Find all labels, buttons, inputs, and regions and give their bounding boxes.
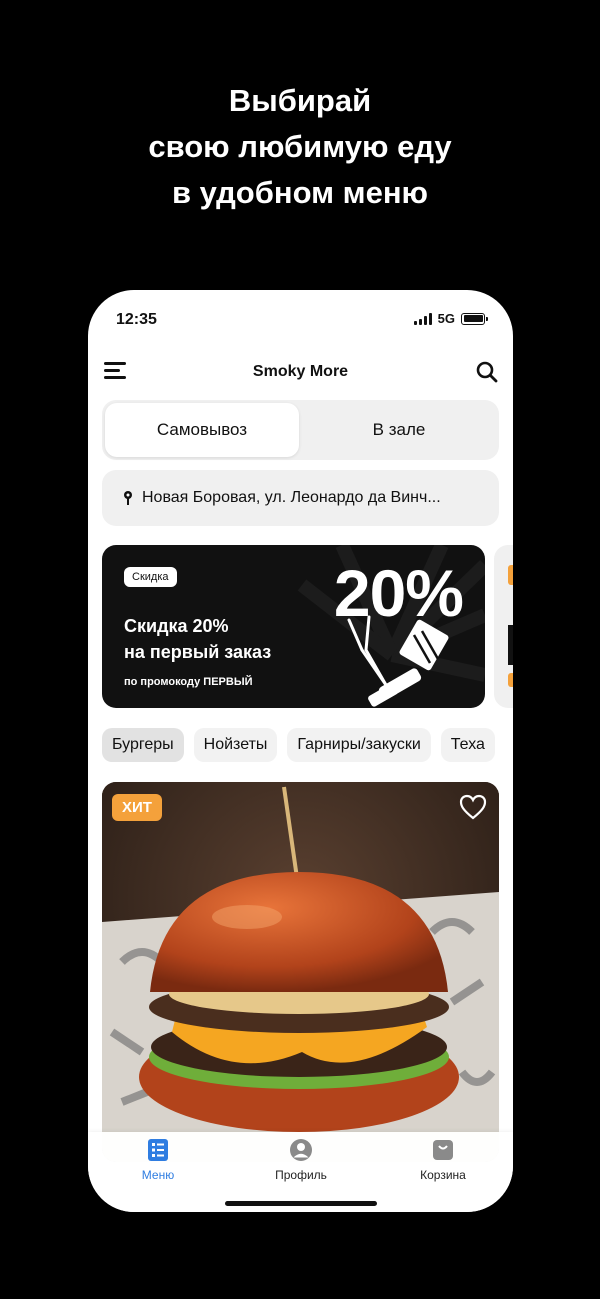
category-chip-burgers[interactable]: Бургеры xyxy=(102,728,184,762)
status-indicators: 5G xyxy=(413,311,488,326)
order-type-toggle: Самовывоз В зале xyxy=(102,400,499,460)
profile-icon xyxy=(290,1139,312,1161)
status-time: 12:35 xyxy=(116,311,157,328)
menu-list-icon xyxy=(148,1139,168,1161)
headline-line-2: свою любимую еду xyxy=(148,129,452,164)
promo-line-1: Скидка 20% xyxy=(124,616,229,636)
grill-tools-icon xyxy=(347,615,449,707)
promo-code-text: по промокоду ПЕРВЫЙ xyxy=(124,676,253,688)
product-card[interactable]: ХИТ xyxy=(102,782,499,1162)
headline-line-3: в удобном меню xyxy=(171,175,429,210)
promo-banner[interactable]: Скидка Скидка 20% на первый заказ по про… xyxy=(102,545,485,708)
status-bar: 12:35 5G xyxy=(88,290,513,350)
home-indicator xyxy=(225,1201,377,1206)
promo-line-2: на первый заказ xyxy=(124,642,272,662)
dine-in-option[interactable]: В зале xyxy=(302,403,496,457)
search-icon[interactable] xyxy=(475,360,499,384)
signal-icon xyxy=(413,312,432,325)
category-chip-sides[interactable]: Гарниры/закуски xyxy=(287,728,431,762)
heart-icon[interactable] xyxy=(459,794,487,820)
hit-badge: ХИТ xyxy=(112,794,162,821)
tab-cart[interactable]: Корзина xyxy=(393,1138,493,1182)
next-banner-preview[interactable] xyxy=(494,545,513,708)
tab-profile[interactable]: Профиль xyxy=(251,1138,351,1182)
address-text: Новая Боровая, ул. Леонардо да Винч... xyxy=(142,489,441,506)
category-chip-next[interactable]: Теха xyxy=(440,728,495,762)
headline-line-1: Выбирай xyxy=(228,83,372,118)
phone-screen: 12:35 5G Smoky More Самовывоз В зале Нов… xyxy=(88,290,513,1212)
tab-profile-label: Профиль xyxy=(275,1168,327,1182)
location-pin-icon xyxy=(124,491,132,505)
promo-title: Скидка 20% на первый заказ xyxy=(124,613,271,665)
battery-icon xyxy=(461,312,488,325)
category-chips: Бургеры Нойзеты Гарниры/закуски Теха xyxy=(102,728,495,762)
network-type: 5G xyxy=(437,311,455,326)
tab-cart-label: Корзина xyxy=(420,1168,466,1182)
burger-image xyxy=(102,782,499,1162)
address-selector[interactable]: Новая Боровая, ул. Леонардо да Винч... xyxy=(102,470,499,526)
pickup-option[interactable]: Самовывоз xyxy=(105,403,299,457)
discount-badge: Скидка xyxy=(124,567,177,587)
tab-bar: Меню Профиль Корзина xyxy=(88,1132,513,1212)
bag-icon xyxy=(433,1140,453,1160)
category-chip-nuggets[interactable]: Нойзеты xyxy=(193,728,278,762)
tab-menu-label: Меню xyxy=(141,1168,175,1182)
app-title: Smoky More xyxy=(252,363,349,380)
headline: Выбирай свою любимую еду в удобном меню xyxy=(0,78,600,216)
app-bar: Smoky More xyxy=(88,352,513,392)
tab-menu[interactable]: Меню xyxy=(108,1138,208,1182)
